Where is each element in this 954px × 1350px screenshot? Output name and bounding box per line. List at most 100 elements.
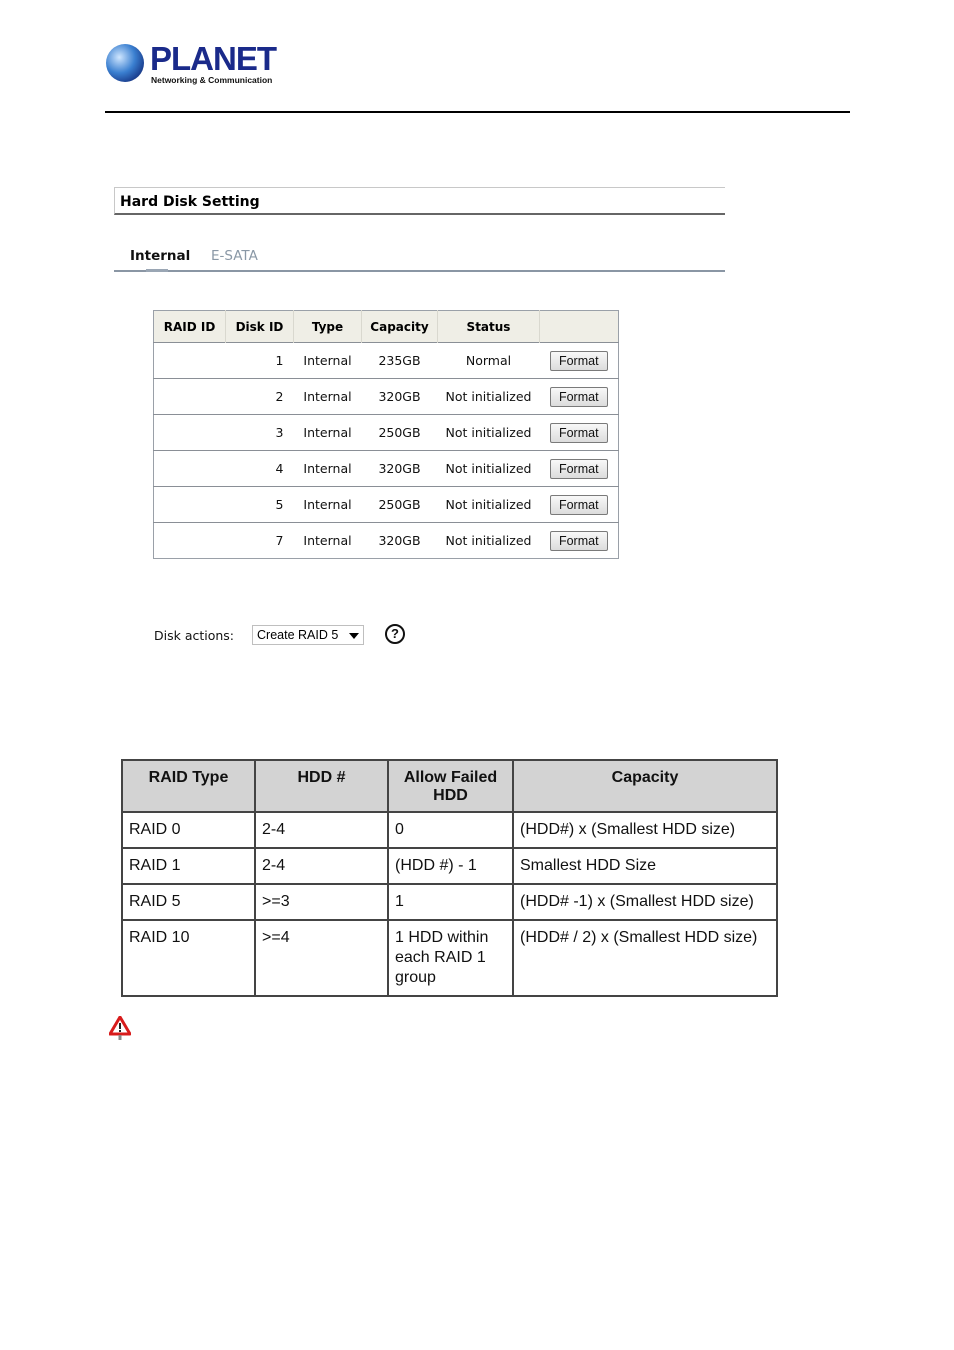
disk-row: 3 Internal 250GB Not initialized Format	[153, 414, 619, 451]
type-cell: Internal	[293, 486, 362, 523]
panel-title-bar: Hard Disk Setting	[114, 187, 725, 215]
action-cell: Format	[539, 522, 619, 559]
globe-icon	[106, 44, 144, 82]
capacity-cell: 320GB	[361, 378, 438, 415]
action-cell: Format	[539, 450, 619, 487]
raid-capacity-cell: (HDD#) x (Smallest HDD size)	[512, 811, 778, 849]
format-button[interactable]: Format	[549, 422, 608, 443]
raid-id-cell	[153, 414, 226, 451]
tab-esata[interactable]: E-SATA	[211, 248, 258, 264]
allow-failed-cell: 1	[387, 883, 514, 921]
col-raid-id: RAID ID	[153, 310, 226, 343]
hdd-count-cell: 2-4	[254, 847, 389, 885]
raid-table: RAID Type HDD # Allow Failed HDD Capacit…	[121, 759, 778, 997]
status-cell: Not initialized	[437, 450, 540, 487]
question-circle-icon[interactable]: ?	[385, 624, 405, 644]
status-cell: Not initialized	[437, 414, 540, 451]
capacity-cell: 320GB	[361, 522, 438, 559]
type-cell: Internal	[293, 378, 362, 415]
hdd-count-cell: 2-4	[254, 811, 389, 849]
format-button[interactable]: Format	[549, 458, 608, 479]
disk-actions-select[interactable]: Create RAID 5	[252, 625, 364, 645]
format-button[interactable]: Format	[549, 350, 608, 371]
raid-id-cell	[153, 378, 226, 415]
disk-id-cell: 2	[225, 378, 294, 415]
warning-icon	[109, 1016, 131, 1040]
tab-internal[interactable]: Internal	[130, 248, 190, 264]
logo-subtext: Networking & Communication	[151, 75, 273, 85]
disk-id-cell: 3	[225, 414, 294, 451]
raid-row: RAID 1 2-4 (HDD #) - 1 Smallest HDD Size	[121, 847, 778, 885]
disk-actions-selected: Create RAID 5	[257, 628, 339, 642]
format-button[interactable]: Format	[549, 530, 608, 551]
raid-type-cell: RAID 10	[121, 919, 256, 997]
type-cell: Internal	[293, 342, 362, 379]
status-cell: Not initialized	[437, 486, 540, 523]
action-cell: Format	[539, 342, 619, 379]
disk-id-cell: 4	[225, 450, 294, 487]
active-tab-indicator	[146, 269, 168, 272]
capacity-cell: 250GB	[361, 486, 438, 523]
col-allow-failed: Allow Failed HDD	[387, 759, 514, 813]
disk-row: 4 Internal 320GB Not initialized Format	[153, 450, 619, 487]
raid-capacity-cell: (HDD# / 2) x (Smallest HDD size)	[512, 919, 778, 997]
raid-id-cell	[153, 522, 226, 559]
disk-table-header: RAID ID Disk ID Type Capacity Status	[153, 310, 619, 343]
col-raid-capacity: Capacity	[512, 759, 778, 813]
allow-failed-cell: 0	[387, 811, 514, 849]
tab-bar: Internal E-SATA	[114, 246, 725, 272]
panel-title: Hard Disk Setting	[120, 194, 260, 210]
disk-actions-label: Disk actions:	[154, 628, 235, 643]
disk-id-cell: 1	[225, 342, 294, 379]
col-capacity: Capacity	[361, 310, 438, 343]
raid-id-cell	[153, 342, 226, 379]
raid-type-cell: RAID 1	[121, 847, 256, 885]
planet-logo: PLANET Networking & Communication	[106, 40, 277, 88]
raid-row: RAID 10 >=4 1 HDD within each RAID 1 group…	[121, 919, 778, 997]
raid-id-cell	[153, 450, 226, 487]
col-raid-type: RAID Type	[121, 759, 256, 813]
col-type: Type	[293, 310, 362, 343]
raid-type-cell: RAID 0	[121, 811, 256, 849]
disk-row: 7 Internal 320GB Not initialized Format	[153, 522, 619, 559]
action-cell: Format	[539, 486, 619, 523]
raid-id-cell	[153, 486, 226, 523]
type-cell: Internal	[293, 522, 362, 559]
capacity-cell: 320GB	[361, 450, 438, 487]
status-cell: Normal	[437, 342, 540, 379]
hdd-count-cell: >=4	[254, 919, 389, 997]
dropdown-arrow-icon	[349, 633, 359, 639]
hdd-count-cell: >=3	[254, 883, 389, 921]
col-action	[539, 310, 619, 343]
page: PLANET Networking & Communication Hard D…	[0, 0, 954, 1350]
col-disk-id: Disk ID	[225, 310, 294, 343]
col-hdd-count: HDD #	[254, 759, 389, 813]
raid-type-cell: RAID 5	[121, 883, 256, 921]
disk-table: RAID ID Disk ID Type Capacity Status 1 In…	[153, 310, 619, 559]
type-cell: Internal	[293, 450, 362, 487]
allow-failed-cell: 1 HDD within each RAID 1 group	[387, 919, 514, 997]
disk-id-cell: 7	[225, 522, 294, 559]
type-cell: Internal	[293, 414, 362, 451]
logo-text: PLANET	[150, 40, 277, 77]
action-cell: Format	[539, 378, 619, 415]
status-cell: Not initialized	[437, 378, 540, 415]
action-cell: Format	[539, 414, 619, 451]
capacity-cell: 250GB	[361, 414, 438, 451]
raid-capacity-cell: Smallest HDD Size	[512, 847, 778, 885]
format-button[interactable]: Format	[549, 494, 608, 515]
raid-capacity-cell: (HDD# -1) x (Smallest HDD size)	[512, 883, 778, 921]
allow-failed-cell: (HDD #) - 1	[387, 847, 514, 885]
disk-id-cell: 5	[225, 486, 294, 523]
status-cell: Not initialized	[437, 522, 540, 559]
raid-table-header: RAID Type HDD # Allow Failed HDD Capacit…	[121, 759, 778, 813]
format-button[interactable]: Format	[549, 386, 608, 407]
disk-row: 2 Internal 320GB Not initialized Format	[153, 378, 619, 415]
raid-row: RAID 5 >=3 1 (HDD# -1) x (Smallest HDD size…	[121, 883, 778, 921]
disk-row: 5 Internal 250GB Not initialized Format	[153, 486, 619, 523]
raid-row: RAID 0 2-4 0 (HDD#) x (Smallest HDD size)	[121, 811, 778, 849]
disk-row: 1 Internal 235GB Normal Format	[153, 342, 619, 379]
capacity-cell: 235GB	[361, 342, 438, 379]
header-divider	[105, 111, 850, 113]
col-status: Status	[437, 310, 540, 343]
